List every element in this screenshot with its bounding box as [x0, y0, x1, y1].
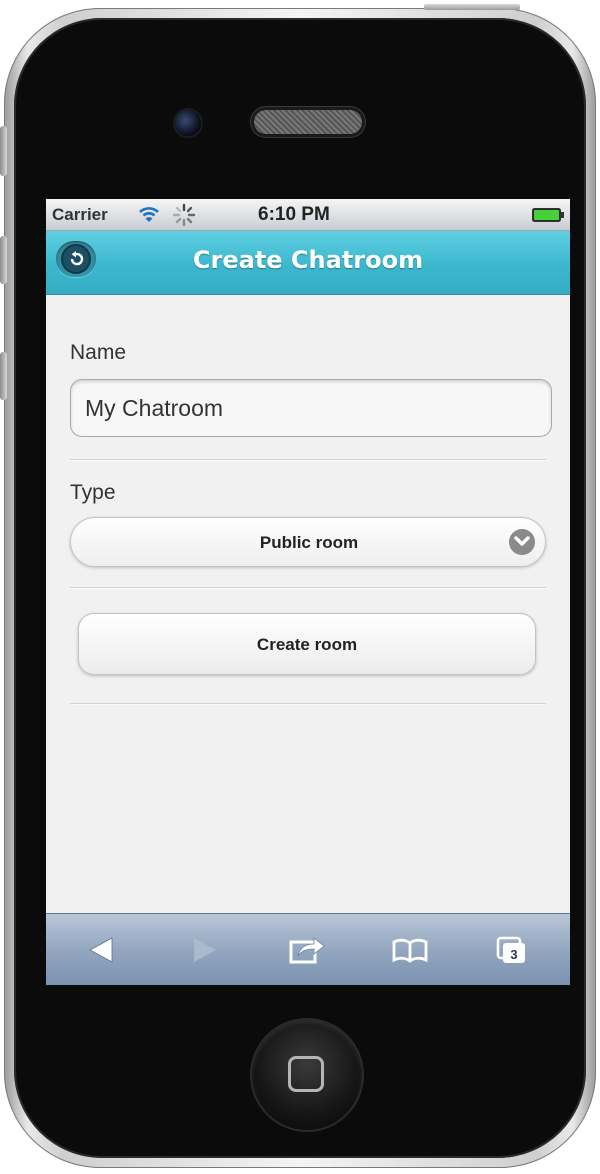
forward-arrow-icon[interactable]: [182, 934, 222, 966]
bookmarks-icon[interactable]: [390, 934, 430, 966]
volume-up-button: [0, 236, 7, 284]
type-field-label: Type: [70, 481, 116, 504]
page-title: Create Chatroom: [192, 246, 424, 274]
earpiece-speaker: [254, 110, 362, 134]
chevron-down-icon: [509, 529, 535, 555]
screen: Carrier 6:10 PM Create Chatroom Name My …: [46, 199, 570, 985]
form-content: Name Type Public room Create room: [46, 295, 570, 913]
status-bar: Carrier 6:10 PM: [46, 199, 570, 231]
tabs-count-badge: 3: [510, 947, 518, 962]
front-camera: [175, 110, 201, 136]
mute-switch: [0, 126, 7, 176]
activity-spinner-icon: [172, 203, 196, 227]
divider: [70, 459, 546, 461]
share-icon[interactable]: [286, 934, 326, 966]
name-input[interactable]: [70, 379, 552, 437]
battery-icon: [532, 208, 564, 222]
type-select[interactable]: Public room: [70, 517, 546, 567]
power-button: [424, 4, 520, 10]
home-button[interactable]: [252, 1020, 362, 1130]
name-field-label: Name: [70, 341, 127, 364]
divider: [70, 587, 546, 589]
carrier-label: Carrier: [52, 205, 108, 224]
home-square-icon: [288, 1056, 324, 1092]
back-arrow-icon[interactable]: [84, 934, 124, 966]
browser-toolbar: 3: [46, 913, 570, 985]
divider: [70, 703, 546, 705]
status-time: 6:10 PM: [258, 204, 330, 225]
type-select-value: Public room: [259, 533, 359, 552]
create-room-button-label: Create room: [256, 635, 358, 654]
create-room-button[interactable]: Create room: [78, 613, 536, 675]
header-bar: Create Chatroom: [46, 231, 570, 295]
volume-down-button: [0, 352, 7, 400]
wifi-icon: [139, 207, 159, 222]
